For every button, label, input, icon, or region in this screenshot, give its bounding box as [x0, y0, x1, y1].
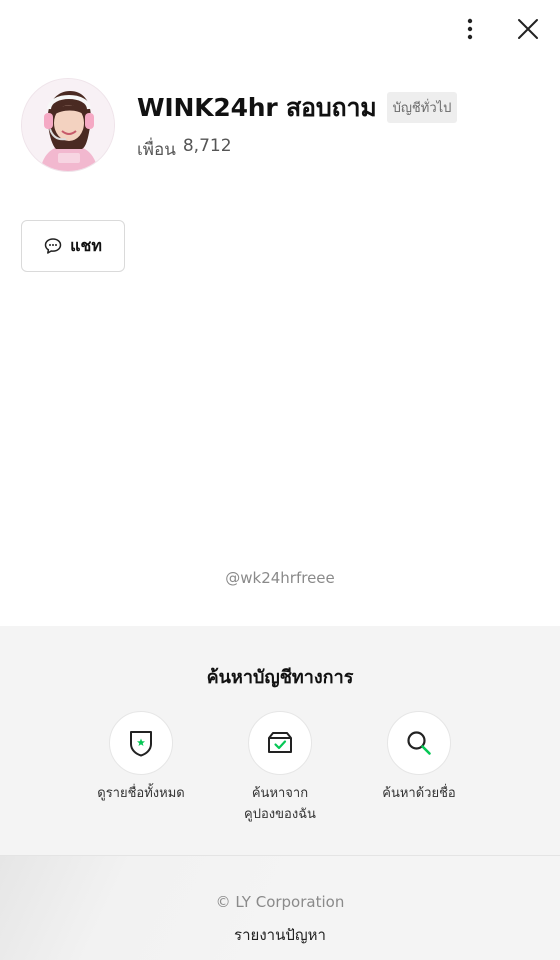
official-account-panel: ค้นหาบัญชีทางการ ดูรายชื่อทั้งหมด ค้นหาจ… [0, 626, 560, 856]
friends-count-row: เพื่อน 8,712 [137, 136, 457, 163]
close-icon [518, 19, 538, 39]
friends-count: 8,712 [182, 135, 232, 156]
coupon-box-icon [268, 732, 292, 753]
report-problem-link[interactable]: รายงานปัญหา [0, 923, 560, 947]
line-id: @wk24hrfreee [225, 569, 335, 587]
avatar[interactable] [21, 78, 115, 172]
more-options-button[interactable] [456, 14, 484, 44]
shield-star-icon [130, 731, 152, 757]
chat-bubble-icon [44, 238, 62, 254]
search-by-name-label: ค้นหาด้วยชื่อ [382, 786, 456, 801]
close-button[interactable] [514, 14, 542, 44]
profile-header: WINK24hr สอบถาม บัญชีทั่วไป เพื่อน 8,712 [21, 78, 540, 172]
search-from-coupons-label-line2: คูปองของฉัน [244, 807, 316, 822]
search-from-coupons-label-line1: ค้นหาจาก [251, 786, 309, 801]
search-by-name-option[interactable]: ค้นหาด้วยชื่อ [344, 711, 494, 804]
kebab-menu-icon [467, 18, 473, 40]
search-icon [407, 731, 431, 755]
view-all-list-option[interactable]: ดูรายชื่อทั้งหมด [66, 711, 216, 804]
option-circle [387, 711, 451, 775]
footer: © LY Corporation รายงานปัญหา [0, 856, 560, 960]
account-type-badge: บัญชีทั่วไป [386, 92, 458, 123]
chat-button[interactable]: แชท [21, 220, 125, 272]
chat-button-label: แชท [70, 235, 102, 255]
copyright-text: © LY Corporation [215, 893, 345, 911]
friends-label: เพื่อน [137, 139, 176, 160]
avatar-image [22, 79, 114, 171]
option-circle [109, 711, 173, 775]
option-circle [248, 711, 312, 775]
account-name: WINK24hr สอบถาม [137, 92, 377, 122]
top-actions [456, 14, 542, 44]
search-from-coupons-label: ค้นหาจาก คูปองของฉัน [244, 783, 316, 825]
view-all-list-label: ดูรายชื่อทั้งหมด [97, 786, 185, 801]
official-search-title: ค้นหาบัญชีทางการ [206, 667, 354, 688]
search-from-coupons-option[interactable]: ค้นหาจาก คูปองของฉัน [205, 711, 355, 825]
